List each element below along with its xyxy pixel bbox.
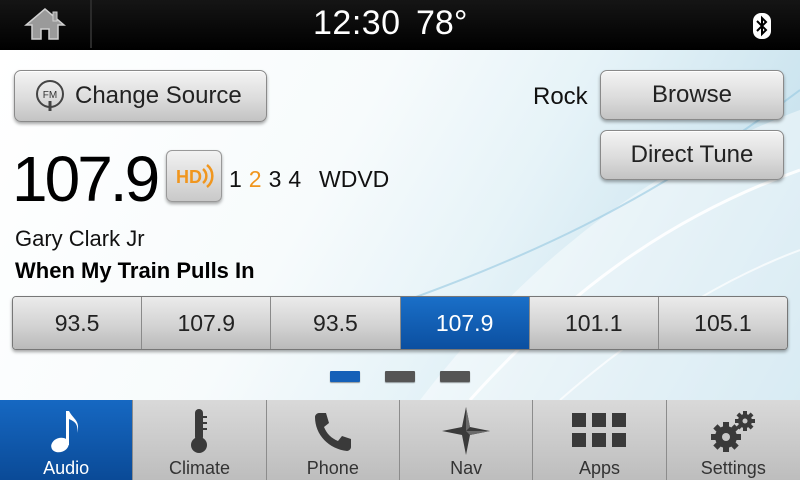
home-button[interactable] (0, 0, 92, 48)
genre-label: Rock (533, 83, 588, 110)
hd-radio-button[interactable]: HD (166, 150, 222, 202)
gears-icon (711, 411, 756, 452)
change-source-button[interactable]: FM Change Source (14, 70, 267, 122)
hd-radio-icon: HD (176, 164, 214, 188)
preset-bar: 93.5 107.9 93.5 107.9 101.1 105.1 (12, 296, 788, 350)
browse-button[interactable]: Browse (600, 70, 784, 120)
thermometer-icon (191, 409, 208, 453)
fm-radio-icon: FM (36, 80, 64, 111)
svg-text:HD: HD (176, 167, 202, 187)
preset-button-5[interactable]: 101.1 (529, 297, 659, 349)
page-dot-1[interactable] (330, 371, 360, 382)
apps-grid-icon (572, 413, 627, 447)
music-note-icon (51, 411, 79, 453)
compass-star-icon (442, 407, 491, 455)
clock: 12:30 (313, 4, 401, 42)
song-title: When My Train Pulls In (15, 258, 255, 283)
preset-button-6[interactable]: 105.1 (658, 297, 787, 349)
status-bar: 12:30 78° (0, 0, 800, 50)
current-frequency: 107.9 (12, 143, 160, 215)
page-dot-2[interactable] (385, 371, 415, 382)
preset-button-3[interactable]: 93.5 (271, 297, 401, 349)
home-icon (24, 8, 66, 40)
page-dot-3[interactable] (440, 371, 470, 382)
phone-icon (314, 413, 351, 451)
artist-name: Gary Clark Jr (15, 226, 145, 251)
outside-temperature: 78° (416, 4, 468, 42)
preset-page-indicator (330, 371, 470, 382)
nav-audio[interactable]: Audio (0, 400, 134, 480)
nav-apps[interactable]: Apps (533, 400, 667, 480)
preset-button-4[interactable]: 107.9 (400, 297, 530, 349)
nav-settings-label: Settings (700, 458, 766, 478)
nav-audio-label: Audio (43, 458, 90, 478)
nav-phone-label: Phone (306, 458, 359, 478)
hd-channel-4[interactable]: 4 (288, 166, 301, 193)
hd-channel-2[interactable]: 2 (249, 166, 262, 193)
nav-nav[interactable]: Nav (399, 400, 534, 480)
hd-channel-3[interactable]: 3 (269, 166, 282, 193)
preset-button-2[interactable]: 107.9 (142, 297, 272, 349)
hd-channel-1[interactable]: 1 (229, 166, 242, 193)
nav-phone[interactable]: Phone (266, 400, 400, 480)
direct-tune-button[interactable]: Direct Tune (600, 130, 784, 180)
hd-channel-list: 1 2 3 4 (229, 166, 301, 193)
bluetooth-icon (753, 13, 771, 39)
nav-climate[interactable]: Climate (133, 400, 267, 480)
bottom-nav: Audio Climate Phone Nav Apps Settings (0, 400, 800, 480)
change-source-label: Change Source (75, 82, 242, 109)
audio-screen: FM Change Source Rock Browse Direct Tune… (0, 50, 800, 400)
nav-nav-label: Nav (450, 458, 483, 478)
nav-apps-label: Apps (578, 458, 620, 478)
station-name: WDVD (319, 166, 390, 192)
preset-button-1[interactable]: 93.5 (13, 297, 143, 349)
nav-climate-label: Climate (168, 458, 230, 478)
nav-settings[interactable]: Settings (666, 400, 800, 480)
svg-text:FM: FM (43, 90, 57, 101)
